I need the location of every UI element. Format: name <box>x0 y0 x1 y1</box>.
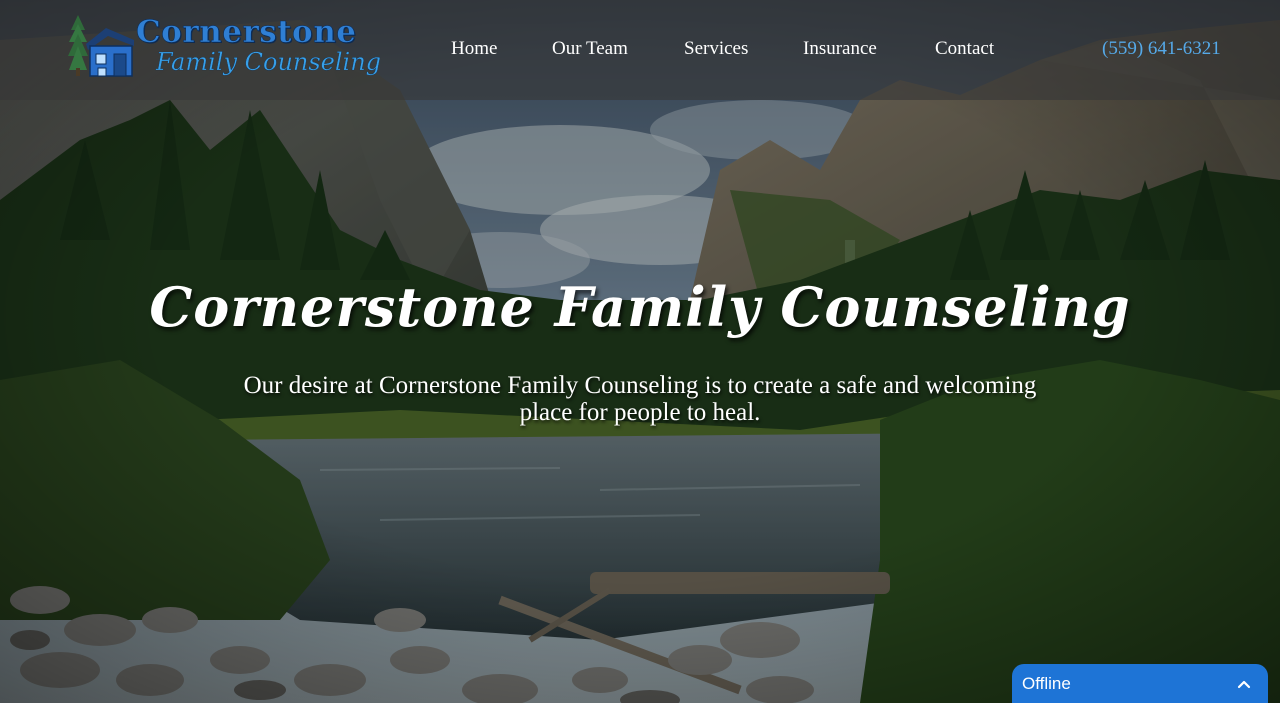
nav-contact[interactable]: Contact <box>935 38 994 60</box>
nav-services[interactable]: Services <box>684 38 748 60</box>
nav-insurance[interactable]: Insurance <box>803 38 877 60</box>
nav-our-team[interactable]: Our Team <box>552 38 628 60</box>
site-header: Cornerstone Family Counseling Home Our T… <box>0 0 1280 100</box>
logo-title: Cornerstone <box>136 14 357 51</box>
hero-description: Our desire at Cornerstone Family Counsel… <box>243 372 1037 426</box>
site-logo[interactable]: Cornerstone Family Counseling <box>68 10 381 86</box>
nav-home[interactable]: Home <box>451 38 497 60</box>
chevron-up-icon[interactable] <box>1236 676 1252 692</box>
chat-widget[interactable]: Offline <box>1012 664 1268 703</box>
hero-title: Cornerstone Family Counseling <box>149 275 1131 339</box>
house-tree-logo-icon <box>68 15 134 77</box>
chat-status: Offline <box>1022 674 1071 693</box>
page: Cornerstone Family Counseling Home Our T… <box>0 0 1280 703</box>
logo-subtitle: Family Counseling <box>156 48 382 76</box>
phone-link[interactable]: (559) 641-6321 <box>1102 38 1221 60</box>
hero-background-image <box>0 0 1280 703</box>
